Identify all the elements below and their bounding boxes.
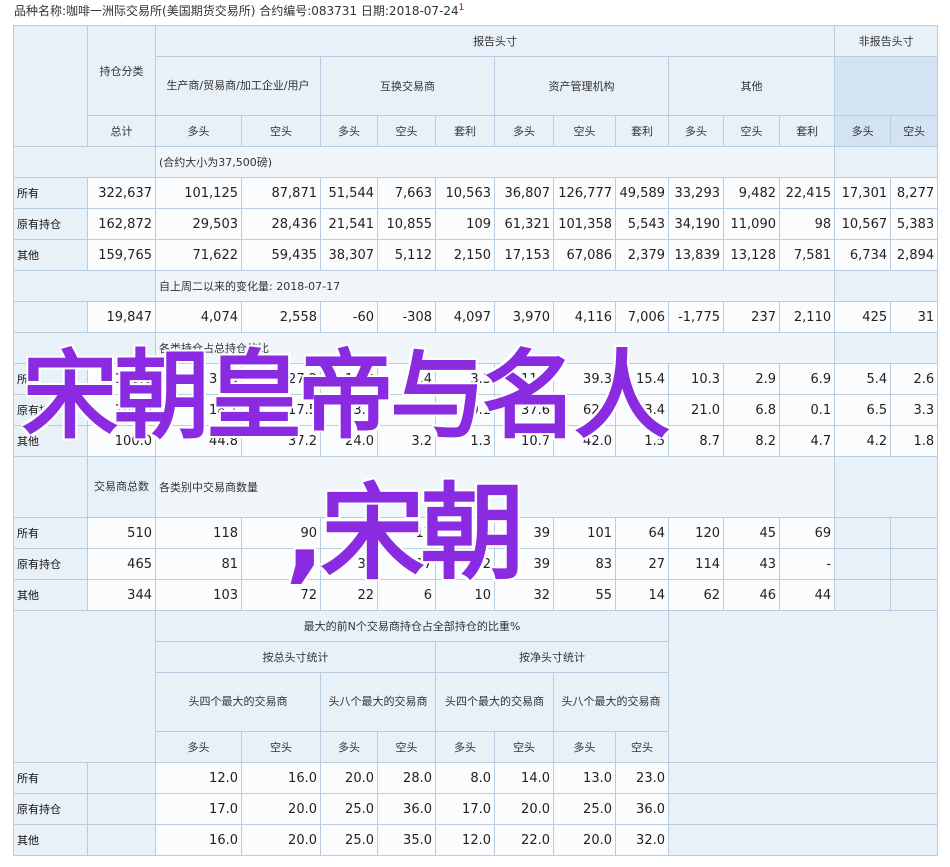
row-label: 原有持仓: [13, 793, 88, 825]
header-long: 多头: [494, 115, 554, 147]
header-nonreportable: 非报告头寸: [834, 25, 939, 57]
table-row: 其他 344 103 72 22 6 10 32 55 14 62 46 44: [13, 579, 939, 611]
header-short: 空头: [377, 115, 436, 147]
header-nonreportable-blank: [834, 56, 939, 116]
header-long: 多头: [834, 115, 892, 147]
page-title: 品种名称:咖啡一洲际交易所(美国期货交易所) 合约编号:083731 日期:20…: [14, 3, 465, 18]
header-spread: 套利: [615, 115, 669, 147]
by-net-header: 按净头寸统计: [435, 641, 669, 673]
row-label: 其他: [13, 824, 88, 856]
table-row: 原有持仓 17.0 20.0 25.0 36.0 17.0 20.0 25.0 36.0: [13, 793, 939, 825]
table-row: 原有持仓 100.0 18.1 17.5 13.2 6.7 0.1 37.6 62.2 3.4 2…: [13, 394, 939, 426]
row-label: 原有持仓: [13, 208, 88, 240]
table-row: 所有 322,637 101,125 87,871 51,544 7,663 10,563…: [13, 177, 939, 209]
table-row: 其他 16.0 20.0 25.0 35.0 12.0 22.0 20.0 32.0: [13, 824, 939, 856]
table-row: 所有 12.0 16.0 20.0 28.0 8.0 14.0 13.0 23.0: [13, 762, 939, 794]
row-label: 其他: [13, 425, 88, 457]
header-reportable: 报告头寸: [154, 25, 836, 57]
header-swap: 互换交易商: [320, 56, 495, 116]
header-managed: 资产管理机构: [494, 56, 669, 116]
row-label: 所有: [13, 363, 88, 395]
cot-report-table: 持仓分类 报告头寸 非报告头寸 生产商/贸易商/加工企业/用户 互换交易商 资产…: [13, 25, 939, 856]
table-row: 原有持仓 465 81 75 35 17 12 39 83 27 114 43-: [13, 548, 939, 580]
header-long: 多头: [320, 115, 378, 147]
by-gross-header: 按总头寸统计: [155, 641, 436, 673]
header-spread: 套利: [435, 115, 495, 147]
header-spread: 套利: [778, 115, 836, 147]
header-short: 空头: [553, 115, 616, 147]
row-label: 其他: [13, 239, 88, 271]
table-row: 所有 510 118 90 36 17 19 39 101 64 120 45 69: [13, 517, 939, 549]
header-long: 多头: [668, 115, 724, 147]
table-row: 所有 100.0 31.3 27.2 16.0 2.4 3.3 11.4 39.3 15.4 10…: [13, 363, 939, 395]
row-label: 其他: [13, 579, 88, 611]
header-total: 总计: [87, 115, 156, 147]
header-short: 空头: [241, 115, 321, 147]
table-row: 原有持仓 162,872 29,503 28,436 21,541 10,855 109 6…: [13, 208, 939, 240]
section4-note: 各类别中交易商数量: [154, 456, 836, 518]
header-producer: 生产商/贸易商/加工企业/用户: [155, 56, 321, 116]
trader-total-header: 交易商总数: [87, 456, 156, 518]
title-mark: 1: [458, 3, 465, 13]
row-label: 所有: [13, 762, 88, 794]
top8-net-header: 头八个最大的交易商: [553, 672, 669, 732]
header-long: 多头: [155, 115, 242, 147]
header-other: 其他: [667, 56, 836, 116]
top4-gross-header: 头四个最大的交易商: [155, 672, 321, 732]
table-row: 19,847 4,074 2,558 -60 -308 4,097 3,970 4,116 7,…: [13, 301, 939, 333]
section5-header: 最大的前N个交易商持仓占全部持仓的比重%: [155, 610, 669, 642]
top8-gross-header: 头八个最大的交易商: [320, 672, 436, 732]
top4-net-header: 头四个最大的交易商: [435, 672, 554, 732]
section2-note: 自上周二以来的变化量: 2018-07-17: [154, 270, 836, 302]
row-label: 所有: [13, 517, 88, 549]
row-label: 所有: [13, 177, 88, 209]
corner-cell: [13, 25, 88, 147]
row-label: 原有持仓: [13, 548, 88, 580]
row-label: 原有持仓: [13, 394, 88, 426]
header-short: 空头: [890, 115, 939, 147]
section3-note: 各类持仓占总持仓的比: [154, 332, 836, 364]
table-row: 其他 159,765 71,622 59,435 38,307 5,112 2,150 17…: [13, 239, 939, 271]
header-short: 空头: [723, 115, 780, 147]
header-category: 持仓分类: [87, 25, 156, 116]
table-row: 其他 100.0 44.8 37.2 24.0 3.2 1.3 10.7 42.0 1.5 8.7…: [13, 425, 939, 457]
section1-note: (合约大小为37,500磅): [154, 146, 836, 178]
